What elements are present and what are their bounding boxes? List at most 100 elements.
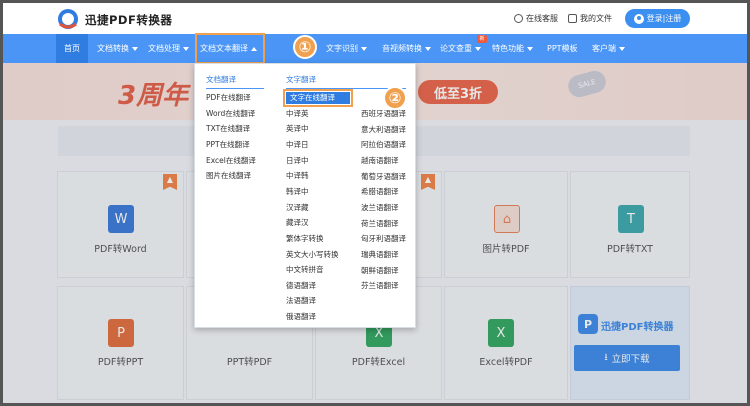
- download-label: 立即下载: [611, 354, 650, 365]
- menu-item[interactable]: 匈牙利语翻译: [361, 233, 406, 245]
- customer-service-link[interactable]: 在线客服: [514, 13, 558, 24]
- menu-item[interactable]: 阿拉伯语翻译: [361, 139, 406, 151]
- excel-icon: X: [488, 319, 514, 347]
- card-pdf-to-ppt[interactable]: P PDF转PPT: [57, 286, 184, 400]
- menu-item[interactable]: 波兰语翻译: [361, 202, 399, 214]
- menu-item[interactable]: 朝鲜语翻译: [361, 265, 399, 277]
- card-label: PDF转Word: [94, 244, 147, 255]
- menu-item[interactable]: 芬兰语翻译: [361, 280, 399, 292]
- customer-service-label: 在线客服: [526, 14, 558, 23]
- nav-ppt-templates-label: PPT模板: [547, 44, 578, 53]
- headset-icon: [514, 14, 523, 23]
- heading-underline: [206, 88, 264, 89]
- nav-client[interactable]: 客户端: [592, 34, 625, 63]
- menu-item[interactable]: 荷兰语翻译: [361, 218, 399, 230]
- download-button[interactable]: ⭳ 立即下载: [574, 345, 680, 371]
- menu-item[interactable]: 繁体字转换: [286, 233, 324, 245]
- chevron-down-icon: [425, 46, 431, 51]
- chevron-down-icon: [183, 46, 189, 51]
- nav-doc-translate[interactable]: 文档文本翻译: [195, 33, 265, 64]
- menu-item[interactable]: 希腊语翻译: [361, 186, 399, 198]
- card-label: Excel转PDF: [479, 357, 533, 368]
- hot-tag-icon: ▲: [163, 174, 177, 190]
- doc-translate-heading: 文档翻译: [206, 75, 236, 84]
- nav-thesis-check-label: 论文查重: [440, 44, 472, 53]
- nav-doc-convert[interactable]: 文档转换: [97, 34, 138, 63]
- menu-item[interactable]: 韩译中: [286, 186, 309, 198]
- menu-item[interactable]: 德语翻译: [286, 280, 316, 292]
- brand-logo-icon[interactable]: [56, 8, 80, 30]
- card-label: PDF转PPT: [97, 357, 144, 368]
- menu-item[interactable]: PDF在线翻译: [206, 92, 251, 104]
- top-header: 迅捷PDF转换器 在线客服 我的文件 登录|注册: [3, 3, 747, 34]
- translate-dropdown-menu: 文档翻译 文字翻译 PDF在线翻译 Word在线翻译 TXT在线翻译 PPT在线翻译 E…: [194, 63, 416, 328]
- card-pdf-to-word[interactable]: ▲ W PDF转Word: [57, 171, 184, 278]
- nav-doc-process-label: 文档处理: [148, 44, 180, 53]
- menu-item[interactable]: 藏译汉: [286, 217, 309, 229]
- nav-ocr[interactable]: 文字识别: [326, 34, 367, 63]
- menu-item[interactable]: 英译中: [286, 123, 309, 135]
- nav-home[interactable]: 首页: [56, 34, 88, 63]
- promo-title: 迅捷PDF转换器: [601, 322, 674, 333]
- nav-thesis-check[interactable]: 论文查重: [440, 34, 481, 63]
- login-button[interactable]: 登录|注册: [625, 9, 690, 28]
- card-pdf-to-txt[interactable]: T PDF转TXT: [570, 171, 690, 278]
- menu-item[interactable]: 中译日: [286, 139, 309, 151]
- menu-item[interactable]: 法语翻译: [286, 295, 316, 307]
- menu-item[interactable]: 日译中: [286, 155, 309, 167]
- chevron-down-icon: [619, 46, 625, 51]
- nav-doc-process[interactable]: 文档处理: [148, 34, 189, 63]
- step-1-marker: ①: [293, 35, 317, 59]
- txt-icon: T: [618, 205, 644, 233]
- login-label: 登录|注册: [646, 14, 682, 23]
- hot-tag-icon: ▲: [421, 174, 435, 190]
- menu-item[interactable]: 中译韩: [286, 170, 309, 182]
- nav-features[interactable]: 特色功能: [492, 34, 533, 63]
- card-excel-to-pdf[interactable]: X Excel转PDF: [444, 286, 568, 400]
- menu-item[interactable]: 文字在线翻译: [283, 89, 353, 107]
- menu-item[interactable]: PPT在线翻译: [206, 139, 250, 151]
- chevron-up-icon: [251, 46, 257, 51]
- my-files-label: 我的文件: [580, 14, 612, 23]
- banner-headline: 3周年: [118, 81, 189, 111]
- chevron-down-icon: [361, 46, 367, 51]
- menu-item[interactable]: 越南语翻译: [361, 155, 399, 167]
- ppt-icon: P: [108, 319, 134, 347]
- app-logo-icon: P: [578, 314, 598, 334]
- step-2-marker: ②: [383, 86, 407, 110]
- nav-av-convert[interactable]: 音视频转换: [382, 34, 431, 63]
- menu-item[interactable]: TXT在线翻译: [206, 123, 250, 135]
- chevron-down-icon: [527, 46, 533, 51]
- my-files-link[interactable]: 我的文件: [568, 13, 612, 24]
- chevron-down-icon: [475, 46, 481, 51]
- menu-item[interactable]: 瑞典语翻译: [361, 249, 399, 261]
- menu-item[interactable]: 中译英: [286, 108, 309, 120]
- menu-item[interactable]: 俄语翻译: [286, 311, 316, 323]
- file-icon: [568, 14, 577, 23]
- nav-doc-translate-label: 文档文本翻译: [200, 44, 248, 53]
- user-icon: [633, 13, 644, 24]
- word-icon: W: [108, 205, 134, 233]
- menu-item[interactable]: Word在线翻译: [206, 108, 255, 120]
- menu-item[interactable]: Excel在线翻译: [206, 155, 256, 167]
- menu-item[interactable]: 意大利语翻译: [361, 124, 406, 136]
- menu-item[interactable]: 中文转拼音: [286, 264, 324, 276]
- nav-ppt-templates[interactable]: PPT模板: [547, 34, 578, 63]
- nav-doc-convert-label: 文档转换: [97, 44, 129, 53]
- menu-item[interactable]: 西班牙语翻译: [361, 108, 406, 120]
- card-label: PDF转TXT: [607, 244, 653, 255]
- nav-av-convert-label: 音视频转换: [382, 44, 422, 53]
- card-image-to-pdf[interactable]: ⌂ 图片转PDF: [444, 171, 568, 278]
- chevron-down-icon: [132, 46, 138, 51]
- menu-item[interactable]: 图片在线翻译: [206, 170, 251, 182]
- nav-client-label: 客户端: [592, 44, 616, 53]
- pdf-icon: ⌂: [494, 205, 520, 233]
- menu-item[interactable]: 英文大小写转换: [286, 249, 339, 261]
- download-icon: ⭳: [604, 352, 608, 363]
- brand-name[interactable]: 迅捷PDF转换器: [85, 12, 172, 28]
- banner-discount: 低至3折: [418, 80, 498, 104]
- menu-item[interactable]: 葡萄牙语翻译: [361, 171, 406, 183]
- download-promo: P 迅捷PDF转换器 ⭳ 立即下载: [570, 286, 690, 400]
- menu-item[interactable]: 汉译藏: [286, 202, 309, 214]
- nav-ocr-label: 文字识别: [326, 44, 358, 53]
